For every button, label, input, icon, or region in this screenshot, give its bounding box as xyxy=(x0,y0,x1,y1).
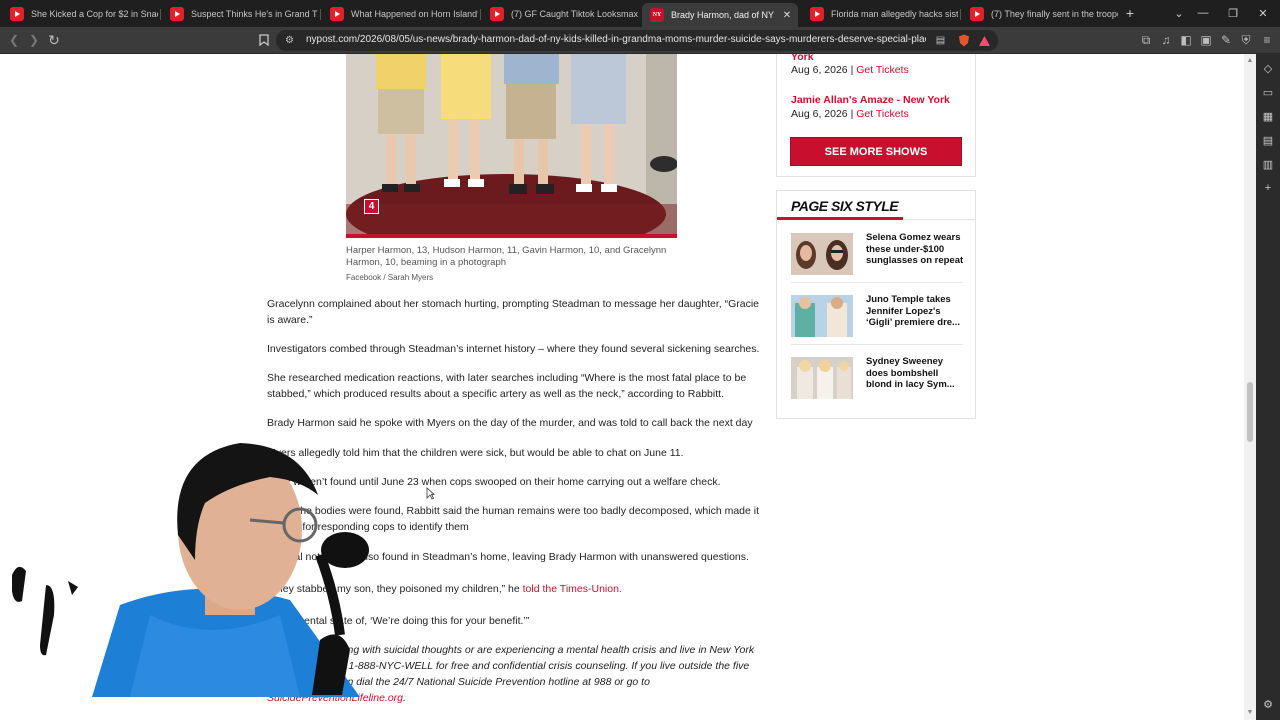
divider xyxy=(791,344,963,345)
header-underline xyxy=(777,217,903,220)
tab-title: Suspect Thinks He's in Grand Theft xyxy=(191,9,318,19)
address-toolbar: ❮ ❯ ↻ ⚙ nypost.com/2026/08/05/us-news/br… xyxy=(0,27,1280,54)
tab-title: (7) They finally sent in the troopers xyxy=(991,9,1118,19)
tab-title: (7) GF Caught Tiktok Looksmaxer T xyxy=(511,9,638,19)
youtube-icon xyxy=(170,7,184,21)
scroll-down-icon[interactable]: ▼ xyxy=(1246,709,1254,717)
event-date: Aug 6, 2026 xyxy=(791,64,848,76)
nypost-icon: NY xyxy=(650,8,664,22)
site-info-icon[interactable]: ⚙ xyxy=(282,33,297,48)
story-thumbnail[interactable] xyxy=(791,357,853,399)
photo-index-badge[interactable]: 4 xyxy=(364,199,379,214)
event-separator: | xyxy=(850,108,854,120)
tab-1[interactable]: She Kicked a Cop for $2 in Snacks. xyxy=(2,3,158,25)
leo-icon[interactable]: ✎ xyxy=(1218,32,1234,48)
event-separator: | xyxy=(850,64,854,76)
story-thumbnail[interactable] xyxy=(791,233,853,275)
address-bar[interactable]: ⚙ nypost.com/2026/08/05/us-news/brady-ha… xyxy=(276,30,998,51)
style-story-item[interactable]: Sydney Sweeney does bombshell blond in l… xyxy=(791,356,966,401)
article-photo[interactable] xyxy=(346,54,677,238)
divider xyxy=(791,282,963,283)
add-panel-icon[interactable]: + xyxy=(1260,180,1276,196)
reading-list-icon[interactable]: ▭ xyxy=(1260,84,1276,100)
url-text[interactable]: nypost.com/2026/08/05/us-news/brady-harm… xyxy=(306,34,926,45)
tab-search-icon[interactable]: ⌄ xyxy=(1170,4,1188,22)
tab-3[interactable]: What Happened on Horn Island? Th xyxy=(322,3,478,25)
tab-title: She Kicked a Cop for $2 in Snacks. xyxy=(31,9,158,19)
media-icon[interactable]: ♫ xyxy=(1158,32,1174,48)
story-title[interactable]: Juno Temple takes Jennifer Lopez's ‘Gigl… xyxy=(866,294,966,329)
tab-2[interactable]: Suspect Thinks He's in Grand Theft xyxy=(162,3,318,25)
restore-icon[interactable]: ❐ xyxy=(1224,4,1242,22)
scrollbar-thumb[interactable] xyxy=(1247,382,1253,442)
browser-sidebar: ◇ ▭ ▦ ▤ ▥ + ⚙ xyxy=(1256,54,1280,720)
history-icon[interactable]: ▤ xyxy=(1260,132,1276,148)
tab-strip: She Kicked a Cop for $2 in Snacks. Suspe… xyxy=(0,0,1280,27)
vpn-icon[interactable]: ⛨ xyxy=(1238,32,1254,48)
brave-shield-icon[interactable] xyxy=(956,33,971,48)
story-title[interactable]: Selena Gomez wears these under-$100 sung… xyxy=(866,232,966,267)
webcam-overlay xyxy=(0,385,370,697)
rewards-icon[interactable] xyxy=(977,33,992,48)
tab-active[interactable]: NY Brady Harmon, dad of NY kids ✕ xyxy=(642,3,798,27)
youtube-icon xyxy=(10,7,24,21)
tab-7[interactable]: (7) They finally sent in the troopers xyxy=(962,3,1118,25)
paragraph: Investigators combed through Steadman’s … xyxy=(267,343,760,355)
event-date-row: Aug 6, 2026 | Get Tickets xyxy=(791,108,909,120)
youtube-icon xyxy=(330,7,344,21)
back-icon[interactable]: ❮ xyxy=(6,32,22,48)
youtube-icon xyxy=(490,7,504,21)
forward-icon[interactable]: ❯ xyxy=(26,32,42,48)
page-scrollbar[interactable]: ▲ ▼ xyxy=(1244,54,1256,720)
youtube-icon xyxy=(810,7,824,21)
event-date-row: Aug 6, 2026 | Get Tickets xyxy=(791,64,909,76)
tab-title: Florida man allegedly hacks sister w xyxy=(831,9,958,19)
tab-title: Brady Harmon, dad of NY kids xyxy=(671,10,776,20)
style-story-item[interactable]: Selena Gomez wears these under-$100 sung… xyxy=(791,232,966,277)
mouse-cursor-icon xyxy=(426,487,436,505)
story-thumbnail[interactable] xyxy=(791,295,853,337)
story-title[interactable]: Sydney Sweeney does bombshell blond in l… xyxy=(866,356,966,391)
scroll-up-icon[interactable]: ▲ xyxy=(1246,57,1254,65)
crisis-end: . xyxy=(403,692,406,704)
page-six-style-widget: PAGE SIX STYLE Selena Gomez wears these … xyxy=(776,190,976,419)
photo-credit: Facebook / Sarah Myers xyxy=(346,273,434,282)
notes-icon[interactable]: ▥ xyxy=(1260,156,1276,172)
get-tickets-link[interactable]: Get Tickets xyxy=(856,64,909,76)
new-tab-button[interactable]: + xyxy=(1121,4,1139,22)
tab-4[interactable]: (7) GF Caught Tiktok Looksmaxer T xyxy=(482,3,638,25)
event-date: Aug 6, 2026 xyxy=(791,108,848,120)
photo-accent-bar xyxy=(346,234,677,238)
bookmark-icon[interactable] xyxy=(256,32,272,48)
reload-icon[interactable]: ↻ xyxy=(46,32,62,48)
close-tab-icon[interactable]: ✕ xyxy=(780,8,794,22)
minimize-icon[interactable]: — xyxy=(1194,4,1212,22)
style-story-item[interactable]: Juno Temple takes Jennifer Lopez's ‘Gigl… xyxy=(791,294,966,339)
get-tickets-link[interactable]: Get Tickets xyxy=(856,108,909,120)
times-union-link[interactable]: told the Times-Union. xyxy=(523,583,622,595)
close-window-icon[interactable]: ✕ xyxy=(1254,4,1272,22)
paragraph: Gracelynn complained about her stomach h… xyxy=(267,298,760,326)
event-title[interactable]: Jamie Allan's Amaze - New York xyxy=(791,94,950,106)
wallet-icon[interactable]: ▣ xyxy=(1198,32,1214,48)
photo-caption: Harper Harmon, 13, Hudson Harmon, 11, Ga… xyxy=(346,245,667,268)
sidebar-toggle-icon[interactable]: ◧ xyxy=(1178,32,1194,48)
bookmarks-panel-icon[interactable]: ▦ xyxy=(1260,108,1276,124)
tab-title: What Happened on Horn Island? Th xyxy=(351,9,478,19)
menu-icon[interactable]: ≡ xyxy=(1259,32,1275,48)
tab-6[interactable]: Florida man allegedly hacks sister w xyxy=(802,3,958,25)
reader-icon[interactable]: ▤ xyxy=(933,33,948,48)
article-page: 4 Harper Harmon, 13, Hudson Harmon, 11, … xyxy=(0,54,1244,720)
event-title[interactable]: York xyxy=(791,54,814,63)
page-six-style-header[interactable]: PAGE SIX STYLE xyxy=(791,198,899,214)
settings-icon[interactable]: ⚙ xyxy=(1260,696,1276,712)
youtube-icon xyxy=(970,7,984,21)
extensions-icon[interactable]: ⧉ xyxy=(1138,32,1154,48)
see-more-shows-button[interactable]: SEE MORE SHOWS xyxy=(790,137,962,166)
leo-ai-icon[interactable]: ◇ xyxy=(1260,60,1276,76)
